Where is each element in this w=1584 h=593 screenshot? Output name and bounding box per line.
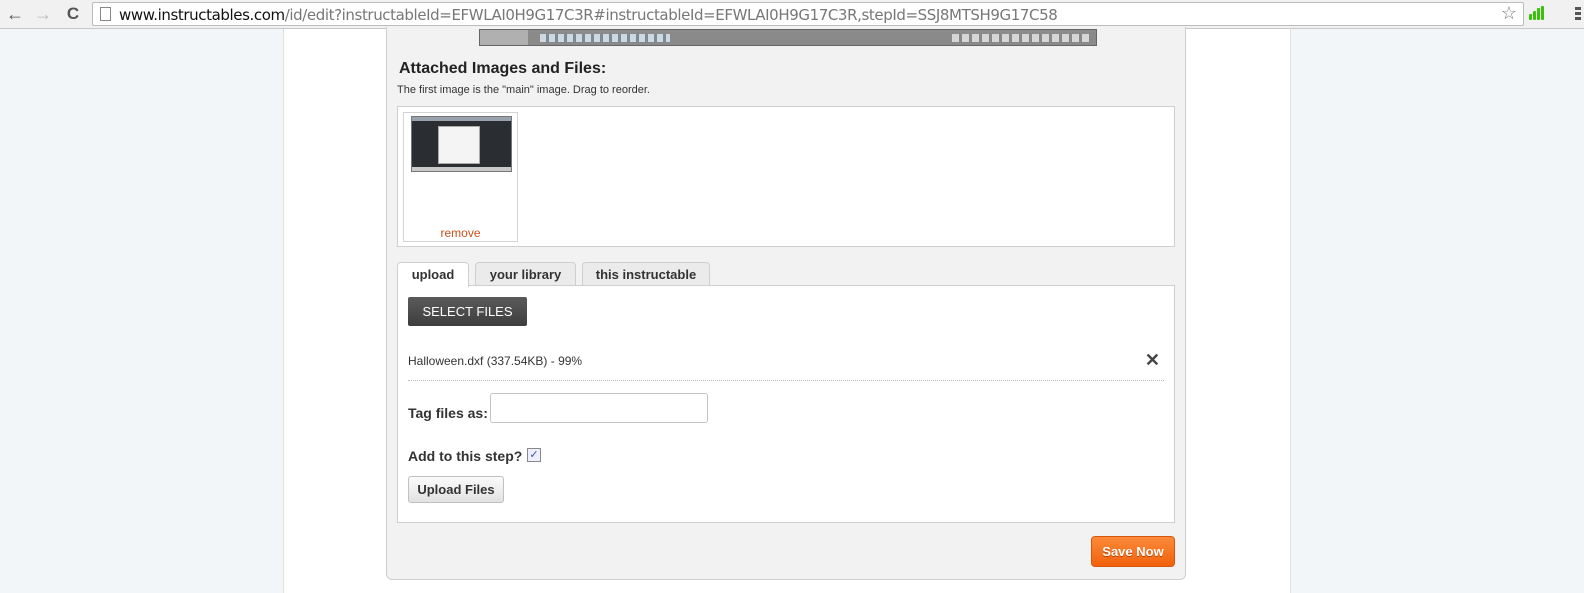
step-editor-panel: Attached Images and Files: The first ima…: [386, 27, 1186, 580]
cad-toolbar-icons: [540, 34, 670, 42]
tag-files-label: Tag files as:: [408, 405, 488, 421]
bookmark-star-icon[interactable]: ☆: [1501, 3, 1517, 24]
tab-upload[interactable]: upload: [397, 262, 469, 287]
upload-panel: SELECT FILES Halloween.dxf (337.54KB) - …: [397, 285, 1175, 523]
upload-file-name: Halloween.dxf (337.54KB) - 99%: [408, 354, 583, 368]
cad-command-line: [480, 30, 528, 45]
close-icon[interactable]: ✕: [1145, 350, 1160, 371]
remove-image-link[interactable]: remove: [404, 226, 517, 240]
browser-toolbar: ← → C www.instructables.com/id/edit?inst…: [0, 0, 1584, 29]
url-host: www.instructables.com: [119, 6, 285, 24]
tag-files-input[interactable]: [490, 393, 708, 423]
add-to-step-label: Add to this step?: [408, 448, 523, 464]
attached-image-card[interactable]: remove: [403, 112, 518, 242]
menu-icon[interactable]: [1575, 7, 1581, 22]
back-button[interactable]: ←: [4, 4, 26, 24]
add-to-step-checkbox[interactable]: ✓: [527, 448, 541, 462]
attached-image-thumbnail[interactable]: [411, 116, 512, 172]
url-text[interactable]: www.instructables.com/id/edit?instructab…: [119, 6, 1058, 24]
upload-file-row: Halloween.dxf (337.54KB) - 99% ✕: [408, 345, 1164, 381]
cad-status-icons: [952, 34, 1092, 42]
forward-button[interactable]: →: [32, 4, 54, 24]
save-now-button[interactable]: Save Now: [1091, 536, 1175, 567]
select-files-button[interactable]: SELECT FILES: [408, 297, 527, 326]
tab-this-instructable[interactable]: this instructable: [582, 262, 710, 286]
step-image-preview-strip: [479, 29, 1097, 46]
url-path: /id/edit?instructableId=EFWLAI0H9G17C3R#…: [284, 6, 1058, 24]
upload-files-button[interactable]: Upload Files: [408, 476, 504, 503]
address-bar[interactable]: www.instructables.com/id/edit?instructab…: [92, 2, 1524, 26]
page-content: Attached Images and Files: The first ima…: [283, 27, 1291, 593]
attached-images-list: remove: [397, 106, 1175, 247]
attachments-title: Attached Images and Files:: [399, 60, 607, 77]
reload-button[interactable]: C: [62, 4, 84, 24]
attachments-subtitle: The first image is the "main" image. Dra…: [397, 84, 650, 96]
tab-your-library[interactable]: your library: [475, 262, 576, 286]
signal-bars-icon[interactable]: [1529, 6, 1545, 20]
page-icon: [100, 7, 111, 21]
